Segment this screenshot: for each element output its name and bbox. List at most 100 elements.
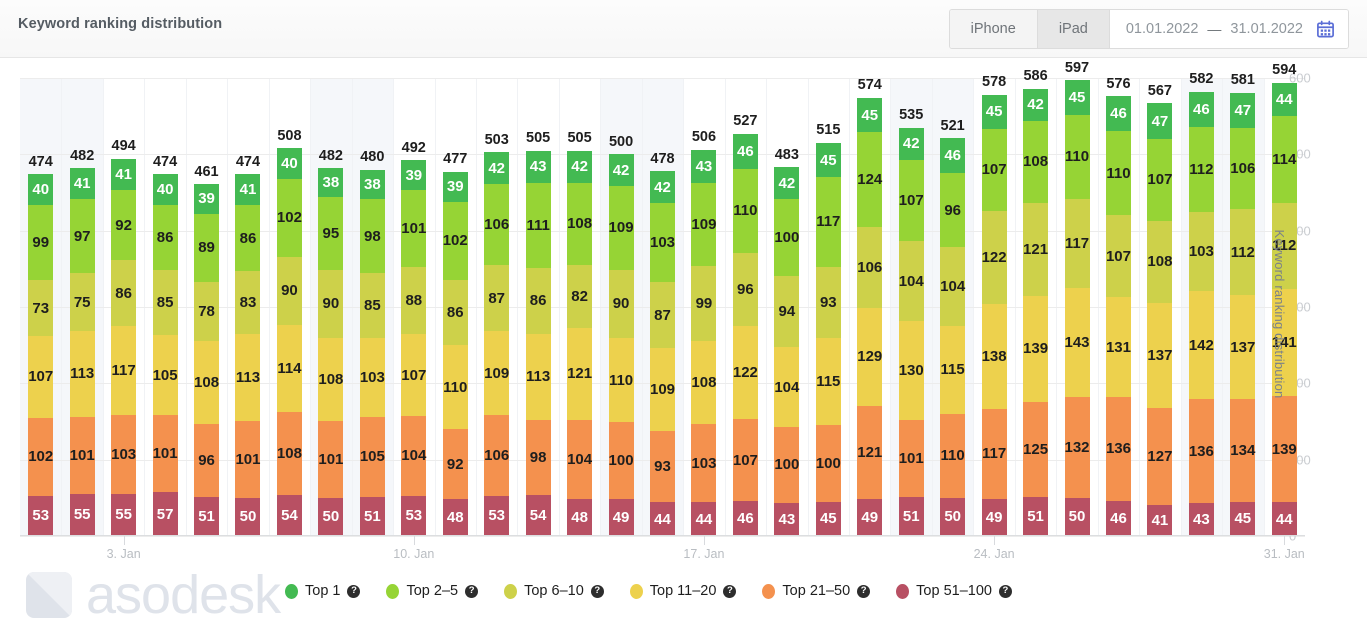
bar-column[interactable]: 474 40 99 73 107 102 53 xyxy=(28,155,54,536)
bar-segment-top-21-50[interactable]: 103 xyxy=(111,415,136,494)
bar-segment-top-11-20[interactable]: 117 xyxy=(111,326,137,416)
bar-column[interactable]: 483 42 100 94 104 100 43 xyxy=(774,148,800,536)
bar-segment-top-51-100[interactable]: 54 xyxy=(525,494,551,536)
bar-segment-top-1[interactable]: 40 xyxy=(152,174,178,205)
bar-segment-top-51-100[interactable]: 50 xyxy=(940,497,966,536)
bar-segment-top-51-100[interactable]: 55 xyxy=(111,493,137,536)
bar-segment-top-21-50[interactable]: 104 xyxy=(567,419,592,500)
bar-column[interactable]: 503 42 106 87 109 106 53 xyxy=(484,133,509,536)
bar-segment-top-2-5[interactable]: 97 xyxy=(69,199,95,274)
bar-segment-top-1[interactable]: 41 xyxy=(235,174,261,206)
bar-column[interactable]: 506 43 109 99 108 103 44 xyxy=(691,130,717,536)
legend-item-top-51-100[interactable]: Top 51–100? xyxy=(896,583,1012,599)
bar-segment-top-51-100[interactable]: 50 xyxy=(235,497,261,536)
bar-segment-top-6-10[interactable]: 90 xyxy=(608,269,634,339)
bar-segment-top-21-50[interactable]: 93 xyxy=(650,431,675,503)
bar-segment-top-21-50[interactable]: 136 xyxy=(1189,399,1214,504)
bar-segment-top-6-10[interactable]: 108 xyxy=(1147,220,1172,304)
help-icon[interactable]: ? xyxy=(857,584,871,598)
bar-segment-top-2-5[interactable]: 103 xyxy=(650,203,675,282)
bar-segment-top-21-50[interactable]: 105 xyxy=(360,416,385,498)
bar-segment-top-51-100[interactable]: 44 xyxy=(650,502,675,536)
bar-segment-top-51-100[interactable]: 53 xyxy=(28,495,54,536)
bar-segment-top-2-5[interactable]: 99 xyxy=(28,204,54,281)
bar-column[interactable]: 461 39 89 78 108 96 51 xyxy=(194,165,220,536)
bar-segment-top-11-20[interactable]: 107 xyxy=(28,336,53,418)
bar-segment-top-6-10[interactable]: 78 xyxy=(194,281,220,342)
bar-segment-top-6-10[interactable]: 90 xyxy=(318,269,344,339)
bar-segment-top-2-5[interactable]: 92 xyxy=(111,190,137,261)
bar-segment-top-1[interactable]: 42 xyxy=(608,154,634,187)
bar-segment-top-6-10[interactable]: 106 xyxy=(857,226,882,308)
bar-segment-top-6-10[interactable]: 104 xyxy=(940,246,965,327)
bar-segment-top-6-10[interactable]: 112 xyxy=(1230,209,1256,295)
legend-item-top-6-10[interactable]: Top 6–10? xyxy=(504,583,604,599)
bar-segment-top-6-10[interactable]: 122 xyxy=(982,210,1007,304)
bar-segment-top-11-20[interactable]: 113 xyxy=(525,333,551,420)
bar-segment-top-1[interactable]: 46 xyxy=(1188,91,1214,127)
bar-segment-top-21-50[interactable]: 92 xyxy=(442,429,468,500)
legend-item-top-21-50[interactable]: Top 21–50? xyxy=(762,583,871,599)
bar-segment-top-11-20[interactable]: 108 xyxy=(318,338,343,421)
bar-segment-top-51-100[interactable]: 57 xyxy=(152,492,178,536)
bar-column[interactable]: 527 46 110 96 122 107 46 xyxy=(732,114,758,536)
bar-segment-top-1[interactable]: 47 xyxy=(1147,103,1173,140)
bar-segment-top-21-50[interactable]: 100 xyxy=(609,422,634,499)
bar-segment-top-51-100[interactable]: 46 xyxy=(732,500,758,536)
bar-segment-top-21-50[interactable]: 121 xyxy=(857,406,882,499)
bar-column[interactable]: 586 42 108 121 139 125 51 xyxy=(1023,69,1049,536)
calendar-icon[interactable] xyxy=(1316,20,1335,39)
bar-segment-top-11-20[interactable]: 137 xyxy=(1230,294,1255,400)
bar-segment-top-21-50[interactable]: 136 xyxy=(1106,397,1131,501)
bar-segment-top-51-100[interactable]: 49 xyxy=(857,498,883,536)
bar-segment-top-6-10[interactable]: 83 xyxy=(235,271,261,335)
bar-segment-top-1[interactable]: 46 xyxy=(940,138,966,174)
bar-segment-top-2-5[interactable]: 96 xyxy=(940,173,966,247)
help-icon[interactable]: ? xyxy=(465,584,479,598)
bar-column[interactable]: 482 41 97 75 113 101 55 xyxy=(69,149,95,536)
bar-segment-top-2-5[interactable]: 107 xyxy=(982,129,1007,211)
bar-segment-top-1[interactable]: 45 xyxy=(857,97,883,133)
bar-segment-top-1[interactable]: 42 xyxy=(650,171,675,204)
bar-segment-top-6-10[interactable]: 90 xyxy=(276,256,302,326)
bar-segment-top-1[interactable]: 42 xyxy=(774,167,800,200)
bar-segment-top-51-100[interactable]: 44 xyxy=(1271,502,1297,536)
bar-column[interactable]: 474 40 86 85 105 101 57 xyxy=(152,155,178,536)
bar-column[interactable]: 494 41 92 86 117 103 55 xyxy=(111,139,137,536)
bar-segment-top-11-20[interactable]: 104 xyxy=(774,347,799,427)
bar-segment-top-11-20[interactable]: 142 xyxy=(1189,290,1214,400)
bar-segment-top-51-100[interactable]: 51 xyxy=(359,497,385,536)
legend-item-top-1[interactable]: Top 1? xyxy=(285,583,361,599)
bar-segment-top-1[interactable]: 40 xyxy=(276,148,302,179)
bar-segment-top-21-50[interactable]: 100 xyxy=(816,425,841,502)
bar-segment-top-6-10[interactable]: 75 xyxy=(69,273,95,331)
bar-segment-top-2-5[interactable]: 101 xyxy=(401,190,426,268)
bar-segment-top-2-5[interactable]: 108 xyxy=(567,182,592,266)
bar-segment-top-2-5[interactable]: 114 xyxy=(1271,116,1297,204)
bar-segment-top-11-20[interactable]: 114 xyxy=(276,325,302,413)
bar-segment-top-21-50[interactable]: 125 xyxy=(1023,401,1048,498)
bar-segment-top-6-10[interactable]: 94 xyxy=(774,275,800,348)
bar-segment-top-6-10[interactable]: 86 xyxy=(442,279,468,346)
bar-segment-top-11-20[interactable]: 109 xyxy=(484,331,509,415)
bar-column[interactable]: 492 39 101 88 107 104 53 xyxy=(401,141,426,536)
bar-segment-top-2-5[interactable]: 109 xyxy=(691,182,716,266)
bar-column[interactable]: 500 42 109 90 110 100 49 xyxy=(608,135,634,536)
bar-segment-top-1[interactable]: 39 xyxy=(442,171,468,202)
bar-segment-top-21-50[interactable]: 100 xyxy=(774,426,799,504)
bar-segment-top-2-5[interactable]: 110 xyxy=(1105,131,1131,216)
bar-segment-top-51-100[interactable]: 45 xyxy=(1230,501,1256,536)
device-toggle-iphone[interactable]: iPhone xyxy=(949,10,1038,48)
bar-segment-top-2-5[interactable]: 102 xyxy=(277,178,302,257)
bar-segment-top-11-20[interactable]: 138 xyxy=(982,303,1007,410)
bar-segment-top-11-20[interactable]: 105 xyxy=(153,335,178,416)
bar-segment-top-2-5[interactable]: 89 xyxy=(194,213,220,282)
bar-segment-top-11-20[interactable]: 130 xyxy=(899,320,924,420)
bar-segment-top-51-100[interactable]: 51 xyxy=(1023,497,1049,536)
bar-column[interactable]: 567 47 107 108 137 127 41 xyxy=(1147,84,1173,536)
bar-segment-top-1[interactable]: 40 xyxy=(28,174,54,205)
bar-segment-top-51-100[interactable]: 46 xyxy=(1105,500,1131,536)
bar-segment-top-1[interactable]: 43 xyxy=(691,149,717,183)
bar-segment-top-1[interactable]: 41 xyxy=(111,158,137,191)
bar-segment-top-2-5[interactable]: 100 xyxy=(774,199,799,276)
